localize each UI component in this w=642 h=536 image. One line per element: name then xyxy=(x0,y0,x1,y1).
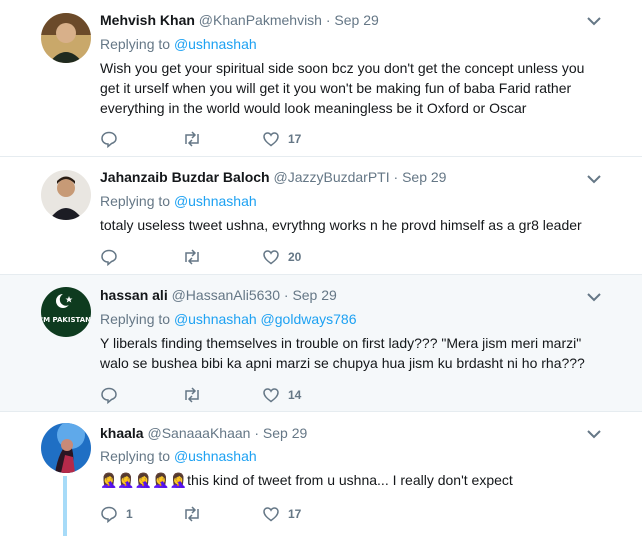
tweet-text: Y liberals finding themselves in trouble… xyxy=(100,335,585,371)
reply-count: 1 xyxy=(126,507,133,521)
heart-icon xyxy=(262,248,280,266)
mention-link[interactable]: @ushnashah xyxy=(174,36,257,52)
avatar[interactable]: I'M PAKISTANI xyxy=(41,287,91,337)
separator-dot: · xyxy=(254,425,260,441)
display-name[interactable]: khaala xyxy=(100,425,144,441)
username[interactable]: @HassanAli5630 xyxy=(172,287,280,303)
tweet-header: Mehvish Khan @KhanPakmehvish · Sep 29 xyxy=(100,12,379,28)
chevron-down-icon[interactable] xyxy=(583,426,605,442)
chevron-down-icon[interactable] xyxy=(583,171,605,187)
mention-link[interactable]: @ushnashah xyxy=(174,311,257,327)
reply-button[interactable] xyxy=(100,384,126,406)
timestamp[interactable]: Sep 29 xyxy=(334,12,378,28)
replying-to: Replying to @ushnashah @goldways786 xyxy=(100,311,356,327)
retweet-icon xyxy=(182,386,202,404)
retweet-button[interactable] xyxy=(182,246,210,268)
reply-tweet[interactable]: I'M PAKISTANI hassan ali @HassanAli5630 … xyxy=(0,275,642,412)
separator-dot: · xyxy=(393,169,399,185)
reply-feed: Mehvish Khan @KhanPakmehvish · Sep 29 Re… xyxy=(0,0,642,536)
avatar[interactable] xyxy=(41,170,91,220)
avatar[interactable] xyxy=(41,423,91,473)
replying-to: Replying to @ushnashah xyxy=(100,36,257,52)
tweet-text: 🤦‍♀️🤦‍♀️🤦‍♀️🤦‍♀️🤦‍♀️this kind of tweet f… xyxy=(100,472,513,488)
separator-dot: · xyxy=(283,287,289,303)
replying-to-label: Replying to xyxy=(100,448,171,464)
reply-icon xyxy=(100,130,118,148)
like-count: 17 xyxy=(288,132,302,146)
separator-dot: · xyxy=(325,12,331,28)
tweet-actions: 1 17 xyxy=(100,503,400,525)
heart-icon xyxy=(262,505,280,523)
like-button[interactable]: 14 xyxy=(262,384,301,406)
username[interactable]: @KhanPakmehvish xyxy=(199,12,322,28)
reply-button[interactable] xyxy=(100,128,126,150)
mention-link[interactable]: @ushnashah xyxy=(174,193,257,209)
thread-line xyxy=(63,476,67,536)
replying-to: Replying to @ushnashah xyxy=(100,193,257,209)
chevron-down-icon[interactable] xyxy=(583,289,605,305)
heart-icon xyxy=(262,386,280,404)
retweet-button[interactable] xyxy=(182,503,210,525)
timestamp[interactable]: Sep 29 xyxy=(402,169,446,185)
username[interactable]: @JazzyBuzdarPTI xyxy=(273,169,389,185)
retweet-icon xyxy=(182,130,202,148)
heart-icon xyxy=(262,130,280,148)
reply-tweet[interactable]: khaala @SanaaaKhaan · Sep 29 Replying to… xyxy=(0,412,642,536)
tweet-actions: 14 xyxy=(100,384,400,406)
replying-to: Replying to @ushnashah xyxy=(100,448,257,464)
replying-to-label: Replying to xyxy=(100,36,171,52)
tweet-text: Wish you get your spiritual side soon bc… xyxy=(100,60,585,116)
like-count: 17 xyxy=(288,507,302,521)
like-button[interactable]: 17 xyxy=(262,128,301,150)
tweet-header: Jahanzaib Buzdar Baloch @JazzyBuzdarPTI … xyxy=(100,169,446,185)
timestamp[interactable]: Sep 29 xyxy=(292,287,336,303)
tweet-header: khaala @SanaaaKhaan · Sep 29 xyxy=(100,425,307,441)
reply-button[interactable]: 1 xyxy=(100,503,133,525)
like-button[interactable]: 17 xyxy=(262,503,301,525)
display-name[interactable]: Jahanzaib Buzdar Baloch xyxy=(100,169,270,185)
mention-link[interactable]: @ushnashah xyxy=(174,448,257,464)
tweet-actions: 20 xyxy=(100,246,400,268)
like-count: 14 xyxy=(288,388,302,402)
retweet-button[interactable] xyxy=(182,384,210,406)
retweet-icon xyxy=(182,248,202,266)
retweet-icon xyxy=(182,505,202,523)
avatar[interactable] xyxy=(41,13,91,63)
reply-button[interactable] xyxy=(100,246,126,268)
mention-link[interactable]: @goldways786 xyxy=(261,311,357,327)
tweet-actions: 17 xyxy=(100,128,400,150)
tweet-header: hassan ali @HassanAli5630 · Sep 29 xyxy=(100,287,337,303)
timestamp[interactable]: Sep 29 xyxy=(263,425,307,441)
username[interactable]: @SanaaaKhaan xyxy=(147,425,250,441)
replying-to-label: Replying to xyxy=(100,311,171,327)
retweet-button[interactable] xyxy=(182,128,210,150)
display-name[interactable]: hassan ali xyxy=(100,287,168,303)
reply-tweet[interactable]: Mehvish Khan @KhanPakmehvish · Sep 29 Re… xyxy=(0,0,642,157)
reply-tweet[interactable]: Jahanzaib Buzdar Baloch @JazzyBuzdarPTI … xyxy=(0,157,642,275)
replying-to-label: Replying to xyxy=(100,193,171,209)
reply-icon xyxy=(100,386,118,404)
reply-icon xyxy=(100,248,118,266)
reply-icon xyxy=(100,505,118,523)
like-count: 20 xyxy=(288,250,302,264)
display-name[interactable]: Mehvish Khan xyxy=(100,12,195,28)
avatar-text: I'M PAKISTANI xyxy=(41,316,91,324)
tweet-text: totaly useless tweet ushna, evrythng wor… xyxy=(100,217,582,233)
like-button[interactable]: 20 xyxy=(262,246,301,268)
chevron-down-icon[interactable] xyxy=(583,13,605,29)
